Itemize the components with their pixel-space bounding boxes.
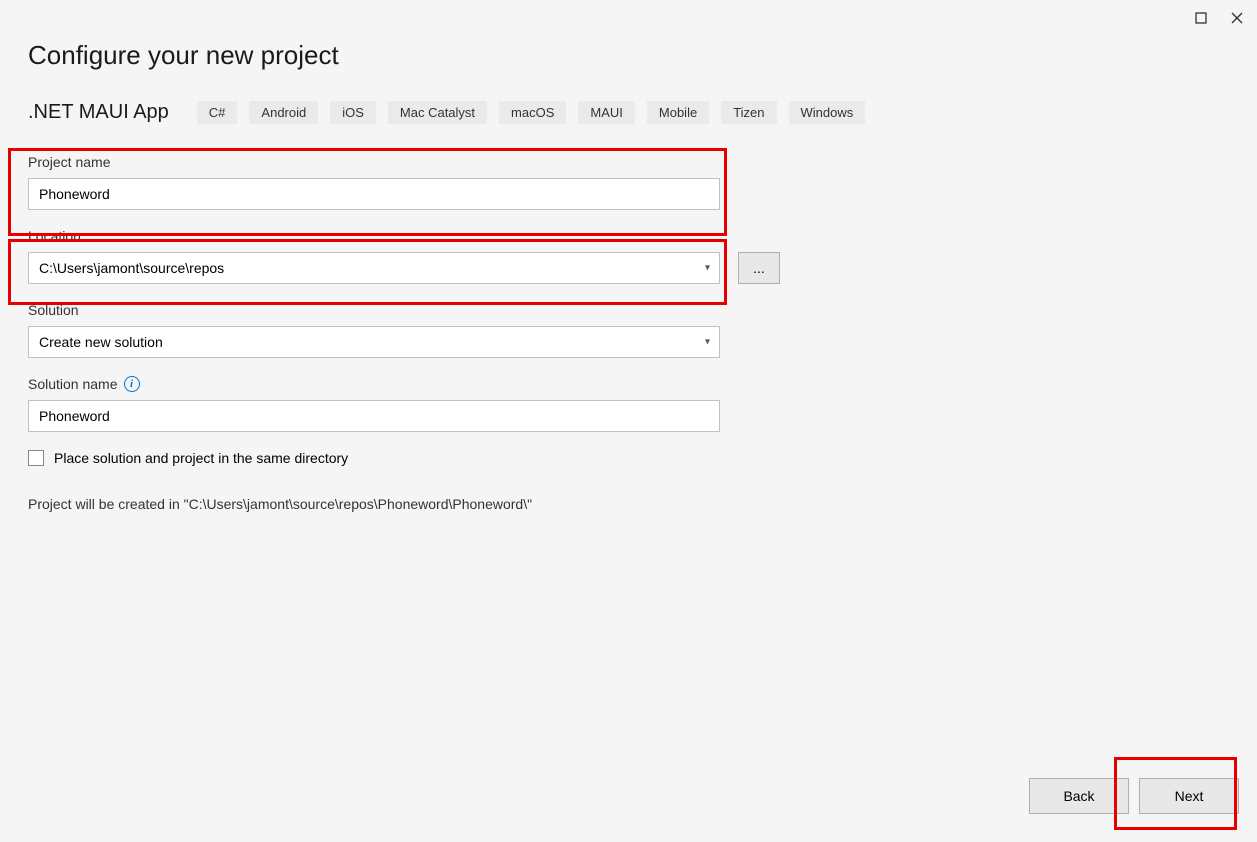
template-tag[interactable]: Android: [249, 101, 318, 124]
template-name: .NET MAUI App: [28, 101, 169, 124]
back-button[interactable]: Back: [1029, 778, 1129, 814]
same-directory-label: Place solution and project in the same d…: [54, 450, 348, 466]
browse-button[interactable]: ...: [738, 252, 780, 284]
next-button[interactable]: Next: [1139, 778, 1239, 814]
solution-label: Solution: [28, 302, 720, 318]
same-directory-row: Place solution and project in the same d…: [28, 450, 1229, 466]
template-row: .NET MAUI App C# Android iOS Mac Catalys…: [28, 101, 1229, 124]
project-name-group: Project name: [28, 154, 720, 210]
footer-buttons: Back Next: [1029, 778, 1239, 814]
template-tag[interactable]: Tizen: [721, 101, 776, 124]
same-directory-checkbox[interactable]: [28, 450, 44, 466]
solution-group: Solution ▾: [28, 302, 720, 358]
template-tag[interactable]: MAUI: [578, 101, 635, 124]
template-tag[interactable]: Mac Catalyst: [388, 101, 487, 124]
solution-name-label: Solution name: [28, 376, 118, 392]
location-label: Location: [28, 228, 720, 244]
page-title: Configure your new project: [28, 40, 1229, 71]
window-controls: [1193, 10, 1245, 26]
solution-select[interactable]: [28, 326, 720, 358]
template-tag[interactable]: macOS: [499, 101, 566, 124]
project-name-input[interactable]: [28, 178, 720, 210]
template-tag[interactable]: Mobile: [647, 101, 709, 124]
location-input[interactable]: [28, 252, 720, 284]
info-icon[interactable]: i: [124, 376, 140, 392]
template-tag[interactable]: Windows: [789, 101, 866, 124]
project-name-label: Project name: [28, 154, 720, 170]
close-icon[interactable]: [1229, 10, 1245, 26]
solution-name-group: Solution name i: [28, 376, 720, 432]
location-group: Location ▾: [28, 228, 720, 284]
template-tag[interactable]: iOS: [330, 101, 376, 124]
project-path-info: Project will be created in "C:\Users\jam…: [28, 496, 1229, 512]
template-tag[interactable]: C#: [197, 101, 238, 124]
maximize-icon[interactable]: [1193, 10, 1209, 26]
solution-name-input[interactable]: [28, 400, 720, 432]
